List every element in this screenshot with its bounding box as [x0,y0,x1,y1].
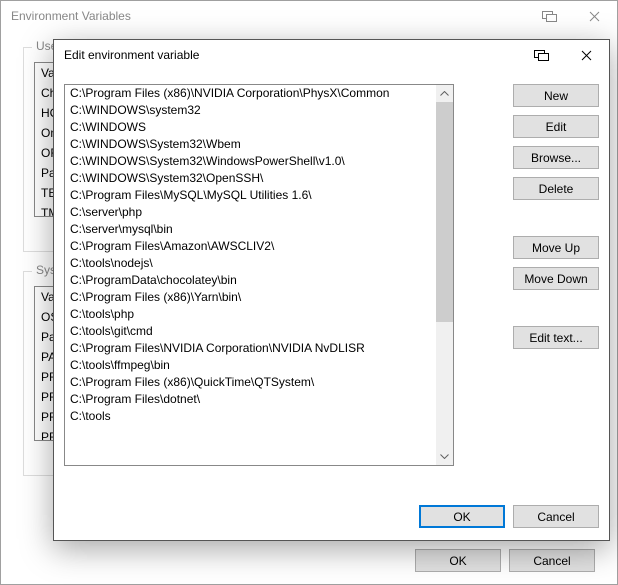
modal-titlebar: Edit environment variable [54,40,609,70]
parent-cancel-button[interactable]: Cancel [509,549,595,572]
parent-buttons: OK Cancel [415,549,595,572]
path-entry[interactable]: C:\WINDOWS\System32\WindowsPowerShell\v1… [65,153,436,170]
path-entry[interactable]: C:\Program Files\dotnet\ [65,391,436,408]
edit-button[interactable]: Edit [513,115,599,138]
path-scrollbar[interactable] [436,85,453,465]
path-entry[interactable]: C:\Program Files (x86)\NVIDIA Corporatio… [65,85,436,102]
delete-button[interactable]: Delete [513,177,599,200]
path-entry[interactable]: C:\server\php [65,204,436,221]
ok-button[interactable]: OK [419,505,505,528]
modal-title: Edit environment variable [64,48,519,62]
path-entry[interactable]: C:\WINDOWS [65,119,436,136]
parent-titlebar: Environment Variables [1,1,617,31]
scroll-thumb[interactable] [436,102,453,322]
cancel-button[interactable]: Cancel [513,505,599,528]
move-down-button[interactable]: Move Down [513,267,599,290]
path-entry[interactable]: C:\Program Files (x86)\QuickTime\QTSyste… [65,374,436,391]
path-entry[interactable]: C:\Program Files (x86)\Yarn\bin\ [65,289,436,306]
close-icon[interactable] [572,1,617,31]
path-entry[interactable]: C:\WINDOWS\System32\OpenSSH\ [65,170,436,187]
path-entry[interactable]: C:\Program Files\MySQL\MySQL Utilities 1… [65,187,436,204]
parent-ok-button[interactable]: OK [415,549,501,572]
modal-title-icons [519,40,609,70]
path-entry[interactable]: C:\tools\ffmpeg\bin [65,357,436,374]
path-entry[interactable]: C:\Program Files\Amazon\AWSCLIV2\ [65,238,436,255]
path-entry[interactable]: C:\Program Files\NVIDIA Corporation\NVID… [65,340,436,357]
path-items: C:\Program Files (x86)\NVIDIA Corporatio… [65,85,436,465]
move-up-button[interactable]: Move Up [513,236,599,259]
maximize-icon[interactable] [527,1,572,31]
path-entry[interactable]: C:\ProgramData\chocolatey\bin [65,272,436,289]
path-entry[interactable]: C:\tools\git\cmd [65,323,436,340]
path-entry[interactable]: C:\WINDOWS\System32\Wbem [65,136,436,153]
new-button[interactable]: New [513,84,599,107]
parent-title: Environment Variables [11,9,527,23]
path-entry[interactable]: C:\tools [65,408,436,425]
maximize-icon[interactable] [519,40,564,70]
parent-title-icons [527,1,617,31]
edit-text-button[interactable]: Edit text... [513,326,599,349]
path-entry[interactable]: C:\tools\nodejs\ [65,255,436,272]
modal-footer: OK Cancel [419,505,599,528]
scroll-down-icon[interactable] [436,448,453,465]
modal-body: C:\Program Files (x86)\NVIDIA Corporatio… [64,84,599,528]
edit-env-var-dialog: Edit environment variable C:\Program Fil… [53,39,610,541]
path-entry[interactable]: C:\tools\php [65,306,436,323]
path-entry[interactable]: C:\WINDOWS\system32 [65,102,436,119]
path-list[interactable]: C:\Program Files (x86)\NVIDIA Corporatio… [64,84,454,466]
scroll-up-icon[interactable] [436,85,453,102]
path-entry[interactable]: C:\server\mysql\bin [65,221,436,238]
side-buttons: New Edit Browse... Delete Move Up Move D… [513,84,599,349]
browse-button[interactable]: Browse... [513,146,599,169]
close-icon[interactable] [564,40,609,70]
